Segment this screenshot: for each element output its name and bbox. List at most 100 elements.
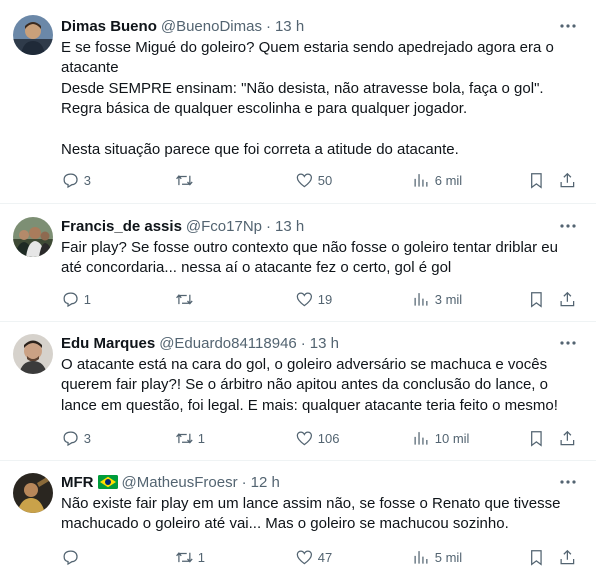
tweet-2[interactable]: Francis_de assis @Fco17Np · 13 h Fair pl…: [0, 204, 596, 322]
author-name[interactable]: MFR: [61, 474, 94, 491]
like-count: 106: [317, 430, 340, 446]
retweet-button[interactable]: [175, 289, 198, 309]
like-button[interactable]: 19: [295, 289, 332, 309]
reply-button[interactable]: 3: [61, 428, 91, 448]
bookmark-button[interactable]: [527, 170, 546, 190]
reply-count: 3: [83, 172, 91, 188]
more-dots-icon[interactable]: [554, 16, 582, 36]
action-bar: 3 50 6 mil: [61, 170, 580, 190]
author-handle[interactable]: @MatheusFroesr: [122, 474, 238, 491]
tweet-text: Não existe fair play em um lance assim n…: [61, 494, 578, 535]
retweet-icon: [176, 551, 193, 563]
timestamp[interactable]: 13 h: [275, 18, 304, 35]
separator-dot: ·: [241, 473, 247, 491]
views-bars-icon: [414, 292, 428, 306]
action-bar: 3 1 106 10 mil: [61, 428, 580, 448]
reply-bubble-icon: [63, 431, 78, 446]
share-button[interactable]: [558, 170, 577, 190]
avatar-edu-marques[interactable]: [13, 334, 53, 374]
tweet-header: Francis_de assis @Fco17Np · 13 h: [61, 216, 548, 236]
retweet-button[interactable]: 1: [175, 428, 205, 448]
tweet-text: E se fosse Migué do goleiro? Quem estari…: [61, 38, 578, 160]
more-dots-icon[interactable]: [554, 472, 582, 492]
tweet-text-line: Nesta situação parece que foi correta a …: [61, 141, 459, 159]
author-name[interactable]: Francis_de assis: [61, 218, 182, 235]
tweet-text-line: querem fair play?! Se o árbitro não apit…: [61, 376, 548, 394]
author-name[interactable]: Edu Marques: [61, 335, 155, 352]
reply-button[interactable]: [61, 547, 84, 567]
tweet-text-line: atacante: [61, 59, 119, 77]
bookmark-button[interactable]: [527, 547, 546, 567]
retweet-icon: [176, 293, 193, 305]
timestamp[interactable]: 12 h: [251, 474, 280, 491]
tweet-text: Fair play? Se fosse outro contexto que n…: [61, 238, 578, 279]
avatar-dimas-bueno[interactable]: [13, 15, 53, 55]
author-handle[interactable]: @Fco17Np: [186, 218, 262, 235]
view-count: 5 mil: [434, 549, 463, 565]
retweet-icon: [176, 432, 193, 444]
share-upload-icon: [560, 291, 575, 306]
avatar-mfr[interactable]: [13, 473, 53, 513]
like-button[interactable]: 50: [295, 170, 332, 190]
person-photo-icon: [13, 15, 53, 55]
crowd-photo-icon: [13, 217, 53, 257]
avatar-francis-de-assis[interactable]: [13, 217, 53, 257]
tweet-header: Edu Marques @Eduardo84118946 · 13 h: [61, 333, 548, 353]
tweet-header: Dimas Bueno @BuenoDimas · 13 h: [61, 16, 548, 36]
tweet-text-line: O atacante está na cara do gol, o goleir…: [61, 356, 548, 373]
like-button[interactable]: 106: [295, 428, 339, 448]
like-count: 47: [317, 549, 333, 565]
heart-icon: [296, 431, 313, 446]
tweet-text-blank-line: [61, 120, 578, 140]
action-bar: 1 47 5 mil: [61, 547, 580, 567]
tweet-1[interactable]: Dimas Bueno @BuenoDimas · 13 h E se foss…: [0, 0, 596, 204]
tweet-3[interactable]: Edu Marques @Eduardo84118946 · 13 h O at…: [0, 322, 596, 461]
bookmark-button[interactable]: [527, 289, 546, 309]
bookmark-icon: [531, 291, 542, 308]
view-count: 10 mil: [434, 430, 470, 446]
like-button[interactable]: 47: [295, 547, 332, 567]
reply-button[interactable]: 3: [61, 170, 91, 190]
tweet-text-line: Fair play? Se fosse outro contexto que n…: [61, 239, 558, 256]
bookmark-icon: [531, 549, 542, 566]
share-button[interactable]: [558, 289, 577, 309]
tweet-text-line: lance em questão, foi legal. E mais: qua…: [61, 396, 558, 414]
share-upload-icon: [560, 172, 575, 187]
share-button[interactable]: [558, 547, 577, 567]
author-name[interactable]: Dimas Bueno: [61, 18, 157, 35]
retweet-button[interactable]: [175, 170, 198, 190]
tweet-text: O atacante está na cara do gol, o goleir…: [61, 355, 578, 416]
share-button[interactable]: [558, 428, 577, 448]
heart-icon: [296, 550, 313, 565]
reply-bubble-icon: [63, 292, 78, 307]
separator-dot: ·: [265, 17, 271, 35]
views-button[interactable]: 6 mil: [412, 170, 462, 190]
reply-button[interactable]: 1: [61, 289, 91, 309]
timestamp[interactable]: 13 h: [275, 218, 304, 235]
tweet-4[interactable]: MFR @MatheusFroesr · 12 h Não existe fai…: [0, 461, 596, 568]
view-count: 6 mil: [434, 172, 463, 188]
tweet-text-line: Regra básica de qualquer escolinha e par…: [61, 100, 468, 118]
author-handle[interactable]: @Eduardo84118946: [159, 335, 297, 352]
views-button[interactable]: 5 mil: [412, 547, 462, 567]
views-button[interactable]: 3 mil: [412, 289, 462, 309]
views-button[interactable]: 10 mil: [412, 428, 469, 448]
retweet-count: 1: [197, 549, 205, 565]
heart-icon: [296, 292, 313, 307]
author-handle[interactable]: @BuenoDimas: [161, 18, 262, 35]
more-dots-icon[interactable]: [554, 216, 582, 236]
retweet-button[interactable]: 1: [175, 547, 205, 567]
separator-dot: ·: [266, 217, 272, 235]
timestamp[interactable]: 13 h: [310, 335, 339, 352]
retweet-count: 1: [197, 430, 205, 446]
reply-count: 1: [83, 291, 91, 307]
views-bars-icon: [414, 173, 428, 187]
share-upload-icon: [560, 549, 575, 564]
tweet-text-line: E se fosse Migué do goleiro? Quem estari…: [61, 39, 554, 56]
tweet-text-line: até concordaria... nessa aí o atacante f…: [61, 259, 452, 277]
views-bars-icon: [414, 431, 428, 445]
bookmark-button[interactable]: [527, 428, 546, 448]
tweet-text-line: machucado o goleiro até vai... Mas o gol…: [61, 515, 509, 533]
more-dots-icon[interactable]: [554, 333, 582, 353]
tweet-text-line: Desde SEMPRE ensinam: "Não desista, não …: [61, 79, 544, 97]
